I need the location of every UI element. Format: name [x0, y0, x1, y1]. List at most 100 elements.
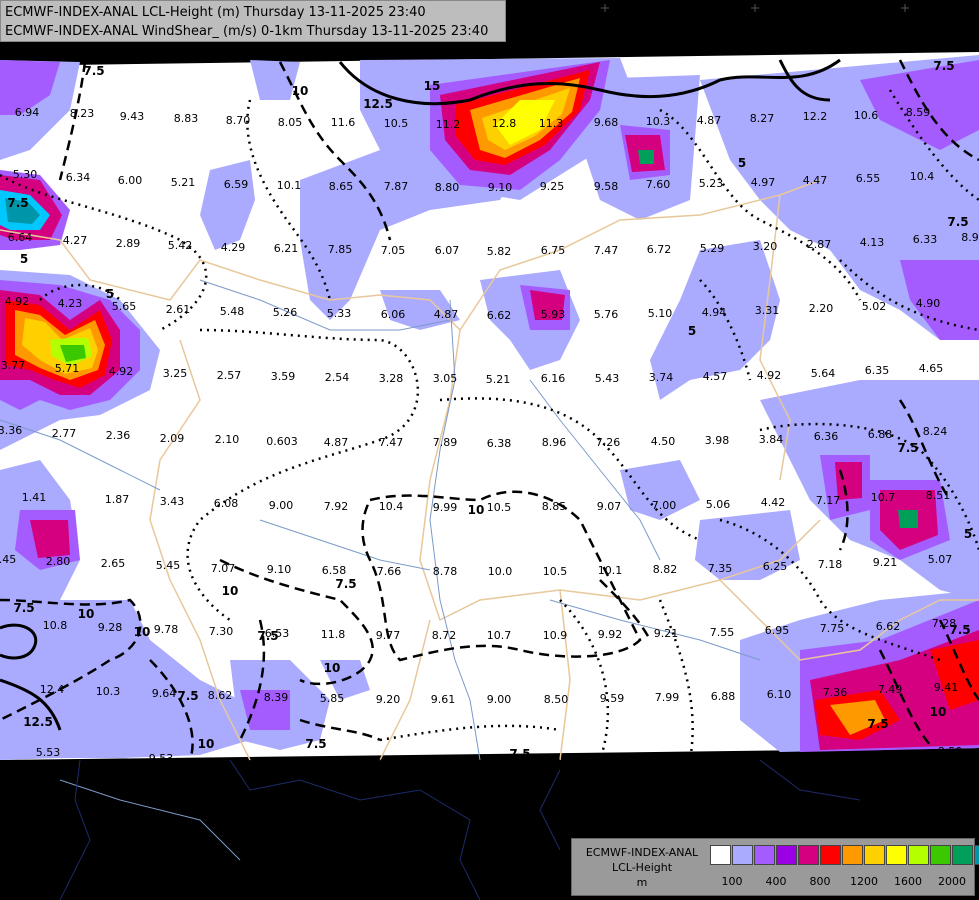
wind-shear-value: 6.10: [767, 688, 792, 701]
wind-shear-value: 2.89: [116, 237, 141, 250]
contour-label: 7.5: [305, 737, 326, 751]
wind-shear-value: 5.06: [706, 498, 731, 511]
wind-shear-value: 7.47: [379, 436, 404, 449]
wind-shear-value: 4.50: [651, 435, 676, 448]
wind-shear-value: 9.61: [431, 693, 456, 706]
wind-shear-value: 5.10: [648, 307, 673, 320]
wind-shear-value: 6.00: [118, 174, 143, 187]
wind-shear-value: 5.26: [273, 306, 298, 319]
wind-shear-value: 5.45: [156, 559, 181, 572]
wind-shear-value: 8.51: [926, 489, 951, 502]
contour-label: 7.5: [509, 747, 530, 761]
wind-shear-value: 7.30: [209, 625, 234, 638]
wind-shear-value: 8.24: [923, 425, 948, 438]
wind-shear-value: 9.68: [594, 116, 619, 129]
wind-shear-value: 5.29: [700, 242, 725, 255]
legend-tick-label: 100: [721, 875, 743, 888]
wind-shear-value: 8.46: [487, 757, 512, 770]
wind-shear-value: 8.9: [961, 231, 979, 244]
wind-shear-value: 9.78: [154, 623, 179, 636]
wind-shear-value: 7.45: [0, 553, 16, 566]
legend-swatch: [842, 845, 863, 865]
wind-shear-value: 4.87: [697, 114, 722, 127]
wind-shear-value: 8.96: [542, 436, 567, 449]
wind-shear-value: 9.25: [540, 180, 565, 193]
legend-swatch: [952, 845, 973, 865]
legend-tick-label: 800: [809, 875, 831, 888]
contour-label: 7.5: [335, 577, 356, 591]
contour-label: 5: [106, 287, 114, 301]
wind-shear-value: 6.62: [876, 620, 901, 633]
wind-shear-value: 9.53: [149, 752, 174, 765]
wind-shear-value: 10.7: [871, 491, 896, 504]
contour-label: 7.5: [947, 215, 968, 229]
wind-shear-value: 4.29: [221, 241, 246, 254]
wind-shear-value: 8.62: [208, 689, 233, 702]
wind-shear-value: 2.36: [106, 429, 131, 442]
wind-shear-value: 5.64: [811, 367, 836, 380]
wind-shear-value: 7.18: [818, 558, 843, 571]
wind-shear-value: 6.58: [322, 564, 347, 577]
contour-label: 7.5: [177, 689, 198, 703]
wind-shear-value: 7.25: [431, 757, 456, 770]
wind-shear-value: 8.65: [329, 180, 354, 193]
wind-shear-value: 7.75: [820, 622, 845, 635]
contour-label: 15: [424, 79, 441, 93]
map-title-box: ECMWF-INDEX-ANAL LCL-Height (m) Thursday…: [0, 0, 506, 42]
wind-shear-value: 12.2: [803, 110, 828, 123]
wind-shear-value: 6.59: [224, 178, 249, 191]
wind-shear-value: 0.603: [266, 435, 298, 448]
wind-shear-value: 5.30: [13, 168, 38, 181]
contour-label: 7.5: [867, 717, 888, 731]
wind-shear-value: 6.35: [865, 364, 890, 377]
wind-shear-value: 5.70: [769, 752, 794, 765]
wind-shear-value: 7.55: [710, 626, 735, 639]
wind-shear-value: 5.85: [320, 692, 345, 705]
wind-shear-value: 7.52: [544, 757, 569, 770]
wind-shear-value: 5.21: [486, 373, 511, 386]
wind-shear-value: 7.35: [708, 562, 733, 575]
wind-shear-value: 4.57: [703, 370, 728, 383]
wind-shear-value: 7.28: [600, 756, 625, 769]
wind-shear-value: 3.25: [163, 367, 188, 380]
wind-shear-value: 9.59: [600, 692, 625, 705]
wind-shear-value: 6.95: [765, 624, 790, 637]
wind-shear-value: 2.09: [160, 432, 185, 445]
wind-shear-value: 8.78: [433, 565, 458, 578]
wind-shear-value: 7.89: [433, 436, 458, 449]
legend-swatch: [754, 845, 775, 865]
contour-label: 10: [222, 584, 239, 598]
wind-shear-value: 3.43: [160, 495, 185, 508]
wind-shear-value: 7.87: [384, 180, 409, 193]
wind-shear-value: 4.90: [916, 297, 941, 310]
contour-label: 12.5: [23, 715, 53, 729]
wind-shear-value: 4.47: [803, 174, 828, 187]
wind-shear-value: 10.5: [384, 117, 409, 130]
color-legend: ECMWF-INDEX-ANAL LCL-Height m 100 400 800 1…: [571, 838, 979, 896]
wind-shear-value: 9.77: [376, 629, 401, 642]
wind-shear-value: 3.59: [271, 370, 296, 383]
wind-shear-value: 5.02: [862, 300, 887, 313]
wind-shear-value: 6.72: [647, 243, 672, 256]
wind-shear-value: 4.92: [757, 369, 782, 382]
wind-shear-value: 3.84: [759, 433, 784, 446]
contour-label: 10: [78, 607, 95, 621]
wind-shear-value: 7.28: [932, 617, 957, 630]
wind-shear-value: 8.50: [938, 745, 963, 758]
wind-shear-value: 6.21: [274, 242, 299, 255]
wind-shear-value: 8.72: [432, 629, 457, 642]
wind-shear-value: 6.53: [265, 627, 290, 640]
wind-shear-value: 4.42: [761, 496, 786, 509]
contour-label: 10: [292, 84, 309, 98]
wind-shear-value: 10.6: [854, 109, 879, 122]
wind-shear-value: 8.82: [653, 563, 678, 576]
wind-shear-value: 4.92: [5, 295, 30, 308]
wind-shear-value: 9.99: [433, 501, 458, 514]
legend-swatch: [974, 845, 979, 865]
wind-shear-value: 11.2: [436, 118, 461, 131]
wind-shear-value: 3.28: [379, 372, 404, 385]
legend-title-line: m: [636, 876, 648, 889]
contour-label: 12.5: [363, 97, 393, 111]
wind-shear-value: 3.20: [753, 240, 778, 253]
contour-label: 5: [688, 324, 696, 338]
